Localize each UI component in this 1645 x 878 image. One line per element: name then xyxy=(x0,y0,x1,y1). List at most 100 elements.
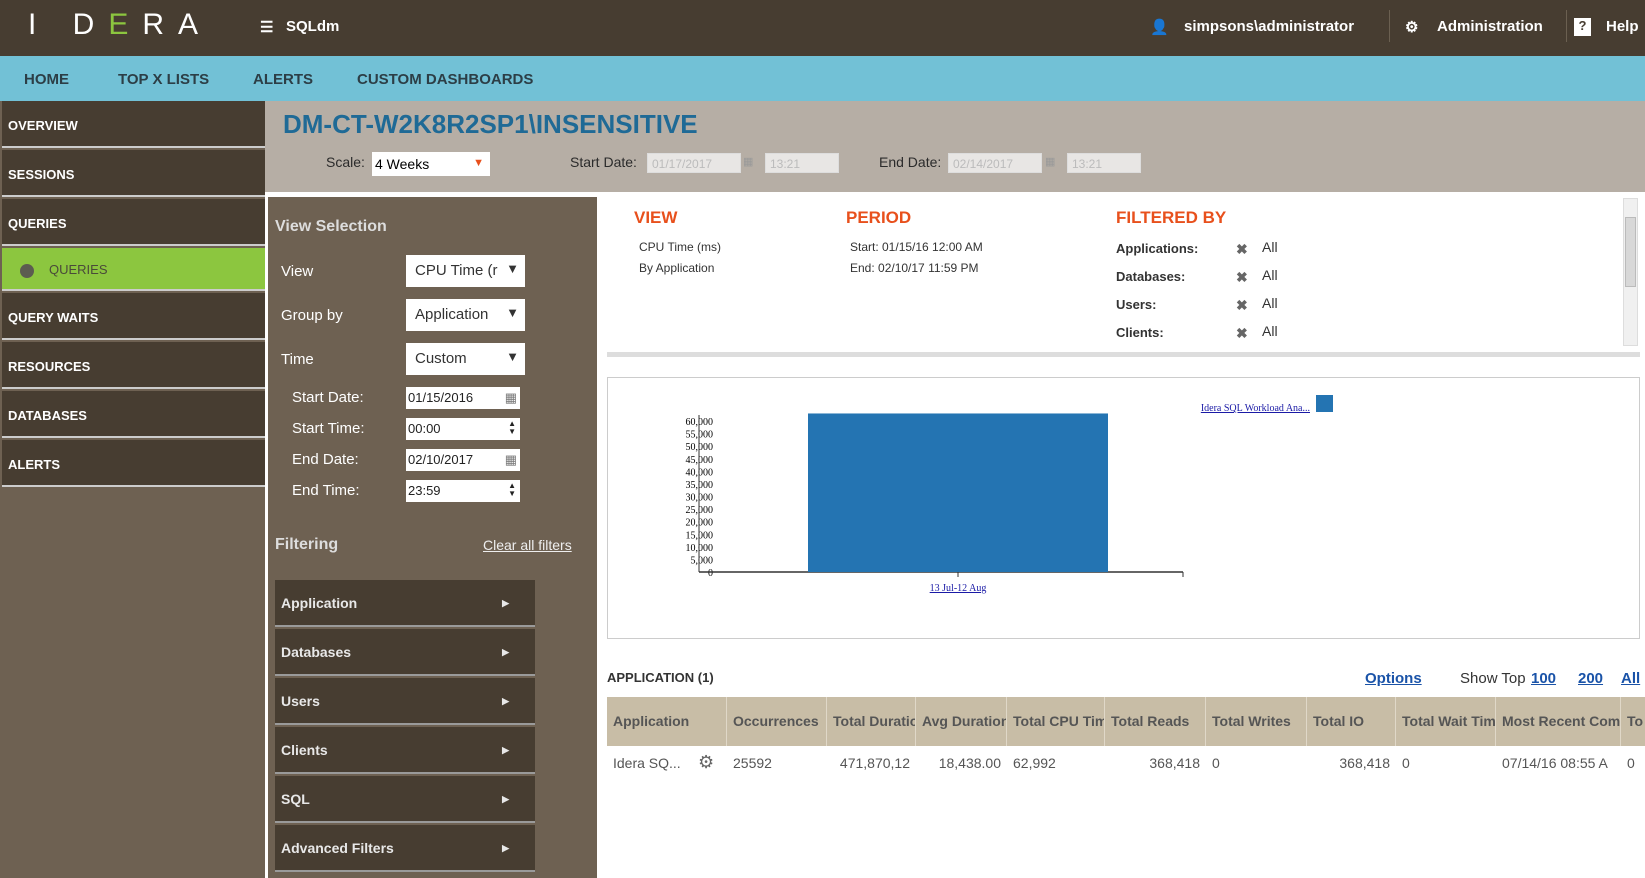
table-cell: 62,992 xyxy=(1013,755,1056,771)
end-date-input[interactable]: 02/14/2017 xyxy=(948,153,1042,173)
group-by-select[interactable]: Application ▼ xyxy=(406,299,525,331)
column-header[interactable]: Total Wait Time (ms) xyxy=(1396,697,1496,746)
bar-chart: 60,00055,00050,00045,00040,00035,00030,0… xyxy=(686,395,1333,594)
calendar-icon[interactable]: ▦ xyxy=(505,452,517,468)
title-bar: DM-CT-W2K8R2SP1\INSENSITIVE Scale: 4 Wee… xyxy=(265,101,1645,192)
column-header[interactable]: Total Duration (ı xyxy=(827,697,916,746)
remove-filter-icon[interactable]: ✖ xyxy=(1236,241,1248,258)
start-time-value: 00:00 xyxy=(408,421,441,436)
user-icon: 👤 xyxy=(1150,19,1169,36)
filter-clients[interactable]: Clients ▶ xyxy=(275,727,535,774)
idera-logo[interactable]: I DERA xyxy=(28,8,212,42)
scale-value: 4 Weeks xyxy=(375,156,430,172)
column-header[interactable]: Most Recent Completion xyxy=(1496,697,1621,746)
sidebar-item-query-waits[interactable]: QUERY WAITS xyxy=(2,293,265,340)
bullet-icon xyxy=(20,264,34,278)
column-header[interactable]: Total CPU Time (ms) xyxy=(1007,697,1105,746)
filter-users[interactable]: Users ▶ xyxy=(275,678,535,725)
clear-all-filters-link[interactable]: Clear all filters xyxy=(483,537,572,553)
expand-arrow-icon: ▶ xyxy=(502,794,509,804)
column-header[interactable]: Total Reads xyxy=(1105,697,1206,746)
view-select[interactable]: CPU Time (r ▼ xyxy=(406,255,525,287)
scale-select[interactable]: 4 Weeks ▼ xyxy=(372,152,490,176)
start-date-input[interactable]: 01/17/2017 xyxy=(647,153,741,173)
table-cell: 25592 xyxy=(733,755,772,771)
table-title: APPLICATION (1) xyxy=(607,670,714,685)
period-start: Start: 01/15/16 12:00 AM xyxy=(850,240,983,254)
time-select[interactable]: Custom ▼ xyxy=(406,343,525,375)
filter-databases[interactable]: Databases ▶ xyxy=(275,629,535,676)
remove-filter-icon[interactable]: ✖ xyxy=(1236,269,1248,286)
end-date-input[interactable]: 02/10/2017 ▦ xyxy=(406,449,520,471)
spinner-icon[interactable]: ▲ ▼ xyxy=(508,482,516,498)
expand-arrow-icon: ▶ xyxy=(502,843,509,853)
filter-application[interactable]: Application ▶ xyxy=(275,580,535,627)
start-date-input[interactable]: 01/15/2016 ▦ xyxy=(406,387,520,409)
show-top-all[interactable]: All xyxy=(1621,670,1640,687)
scrollbar-thumb[interactable] xyxy=(1625,217,1636,287)
divider xyxy=(1389,10,1390,42)
calendar-icon[interactable]: ▦ xyxy=(743,155,753,168)
divider xyxy=(607,352,1640,357)
product-name[interactable]: SQLdm xyxy=(286,18,339,35)
nav-alerts[interactable]: ALERTS xyxy=(253,71,313,88)
show-top-200[interactable]: 200 xyxy=(1578,670,1603,687)
nav-home[interactable]: HOME xyxy=(24,71,69,88)
help-icon: ? xyxy=(1574,18,1591,36)
scale-label: Scale: xyxy=(326,154,365,170)
x-tick-label: 13 Jul-12 Aug xyxy=(930,583,987,594)
user-menu[interactable]: simpsons\administrator xyxy=(1184,18,1354,35)
legend-label: Idera SQL Workload Ana... xyxy=(1201,403,1310,414)
administration-link[interactable]: Administration xyxy=(1437,18,1543,35)
spinner-icon[interactable]: ▲ ▼ xyxy=(508,420,516,436)
nav-custom-dashboards[interactable]: CUSTOM DASHBOARDS xyxy=(357,71,533,88)
view-metric: CPU Time (ms) xyxy=(639,240,721,254)
end-time-input[interactable]: 23:59 ▲ ▼ xyxy=(406,480,520,502)
sidebar-item-sessions[interactable]: SESSIONS xyxy=(2,150,265,197)
menu-icon[interactable]: ☰ xyxy=(260,18,273,36)
table-cell: 07/14/16 08:55 A xyxy=(1502,755,1608,771)
column-header[interactable]: Total IO xyxy=(1307,697,1396,746)
column-header[interactable]: Application xyxy=(607,697,727,746)
summary-scrollbar[interactable] xyxy=(1623,198,1638,346)
column-header[interactable]: Avg Duration (ı xyxy=(916,697,1007,746)
help-link[interactable]: Help xyxy=(1606,18,1639,35)
sidebar-subitem-queries[interactable]: QUERIES xyxy=(2,248,265,291)
legend-swatch xyxy=(1316,395,1333,412)
calendar-icon[interactable]: ▦ xyxy=(505,390,517,406)
start-date-label: Start Date: xyxy=(292,389,364,406)
start-time-input[interactable]: 00:00 ▲ ▼ xyxy=(406,418,520,440)
column-header[interactable]: Total Writes xyxy=(1206,697,1307,746)
show-top-100[interactable]: 100 xyxy=(1531,670,1556,687)
filter-advanced[interactable]: Advanced Filters ▶ xyxy=(275,825,535,872)
end-date-value: 02/10/2017 xyxy=(408,452,474,467)
sidebar-item-alerts[interactable]: ALERTS xyxy=(2,440,265,487)
filter-sql[interactable]: SQL ▶ xyxy=(275,776,535,823)
top-header: I DERA ☰ SQLdm 👤 simpsons\administrator … xyxy=(0,0,1645,56)
nav-top-x-lists[interactable]: TOP X LISTS xyxy=(118,71,209,88)
group-by-label: Group by xyxy=(281,307,343,324)
start-time-label: Start Time: xyxy=(292,420,365,437)
end-time-input[interactable]: 13:21 xyxy=(1067,153,1141,173)
column-header[interactable]: Occurrences xyxy=(727,697,827,746)
column-header[interactable]: To Ti xyxy=(1621,697,1645,746)
end-date-label: End Date: xyxy=(292,451,359,468)
sidebar-item-queries[interactable]: QUERIES xyxy=(2,199,265,246)
start-time-input[interactable]: 13:21 xyxy=(765,153,839,173)
sidebar-item-overview[interactable]: OVERVIEW xyxy=(2,101,265,148)
remove-filter-icon[interactable]: ✖ xyxy=(1236,325,1248,342)
remove-filter-icon[interactable]: ✖ xyxy=(1236,297,1248,314)
table-cell: 0 xyxy=(1402,755,1410,771)
table-cell: 18,438.00 xyxy=(938,755,1001,771)
expand-arrow-icon: ▶ xyxy=(502,745,509,755)
view-group: By Application xyxy=(639,261,715,275)
sidebar-item-databases[interactable]: DATABASES xyxy=(2,391,265,438)
filter-value: All xyxy=(1262,267,1278,283)
options-link[interactable]: Options xyxy=(1365,670,1422,687)
filter-label: Users xyxy=(281,693,320,709)
calendar-icon[interactable]: ▦ xyxy=(1045,155,1055,168)
gear-icon[interactable]: ⚙ xyxy=(698,752,714,773)
sidebar-item-resources[interactable]: RESOURCES xyxy=(2,342,265,389)
filter-label: Advanced Filters xyxy=(281,840,394,856)
y-tick-label: 0 xyxy=(708,568,713,579)
